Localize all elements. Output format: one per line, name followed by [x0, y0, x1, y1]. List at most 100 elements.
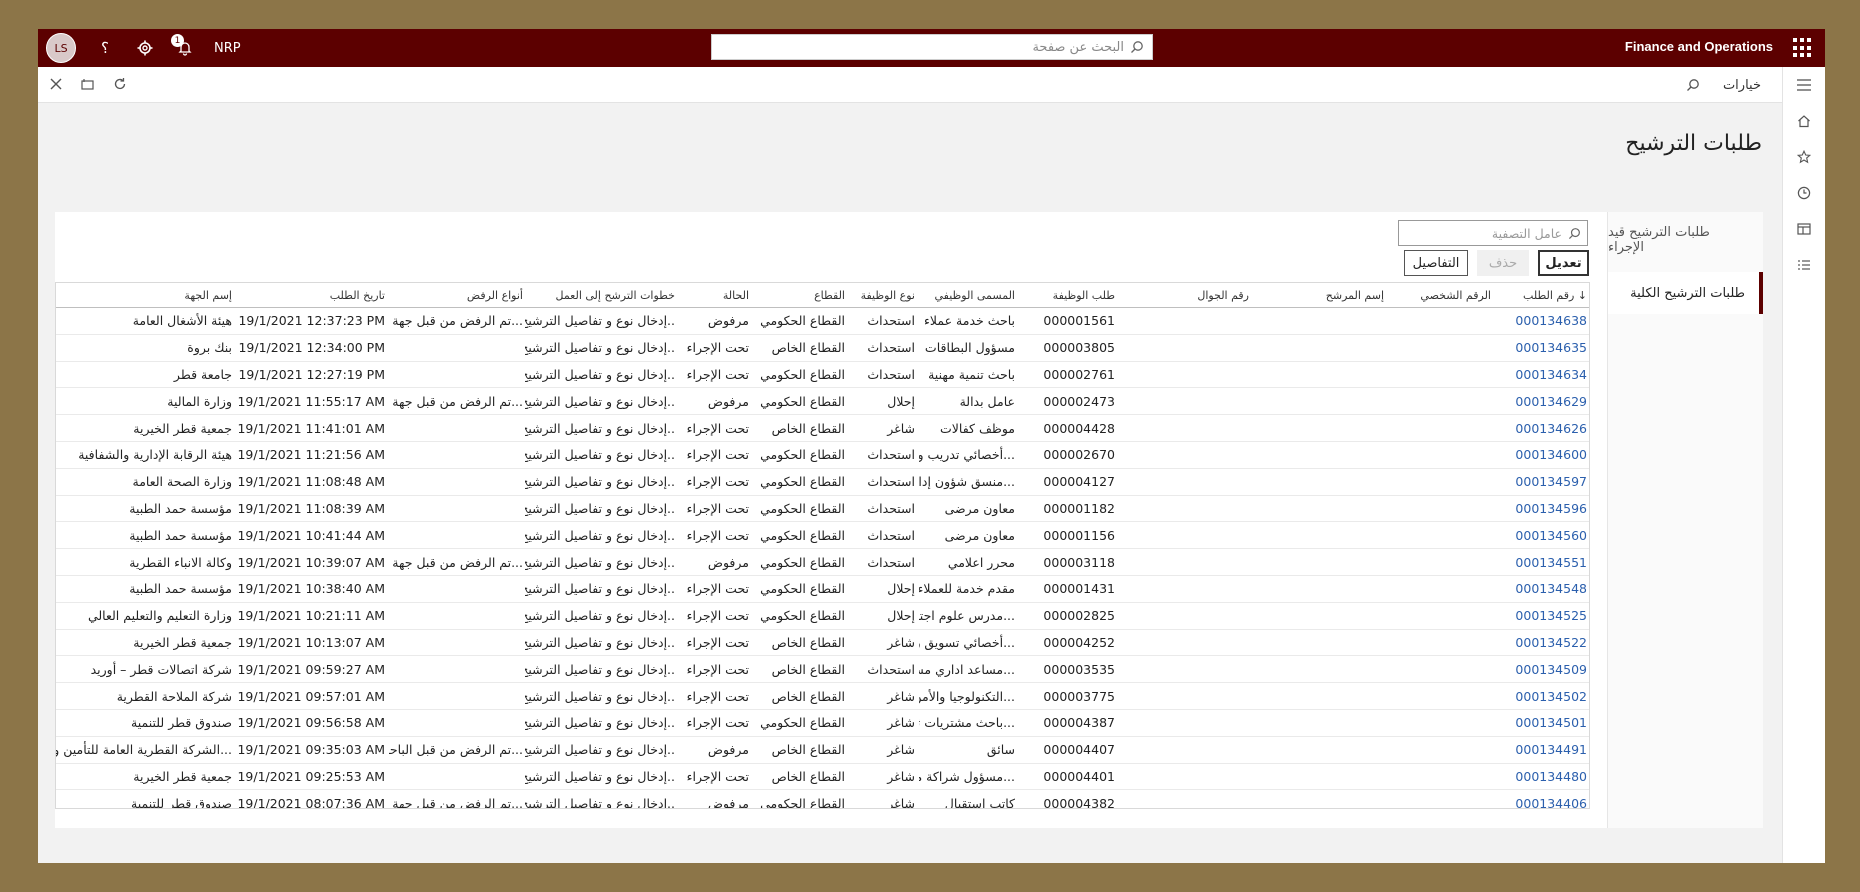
recent-clock-icon[interactable]: [1794, 183, 1814, 203]
column-header-job-type[interactable]: نوع الوظيفة: [847, 283, 915, 307]
cell-sector: القطاع الحكومي: [760, 527, 845, 543]
table-row[interactable]: 000134597 000004127 منسق شؤون إدار... استحد…: [56, 469, 1589, 496]
refresh-icon[interactable]: [110, 74, 130, 94]
user-avatar[interactable]: LS: [46, 33, 76, 63]
app-launcher-icon[interactable]: [1793, 38, 1813, 58]
workspaces-icon[interactable]: [1794, 219, 1814, 239]
table-row[interactable]: 000134509 000003535 مساعد اداري مسؤ...استح…: [56, 656, 1589, 684]
column-header-mobile-number[interactable]: رقم الجوال: [1139, 283, 1249, 307]
cell-job-type: إحلال: [887, 608, 915, 624]
cell-rejection-types: [389, 683, 523, 709]
help-icon[interactable]: ؟: [94, 37, 116, 59]
cell-job-title: سائق: [986, 742, 1015, 758]
cell-request-number[interactable]: 000134635: [1497, 335, 1587, 361]
gear-icon[interactable]: [134, 37, 156, 59]
table-row[interactable]: 000134600 000002670 أخصائي تدريب وت...استح…: [56, 442, 1589, 469]
table-row[interactable]: 000134629 000002473 عامل بدالة إحلال القطاع …: [56, 388, 1589, 416]
company-selector[interactable]: NRP: [214, 41, 241, 56]
cell-candidate-name: [1254, 790, 1384, 808]
column-header-job-title[interactable]: المسمى الوظيفي: [919, 283, 1015, 307]
table-row[interactable]: 000134502 000003775 التكنولوجيا والأمن... ش…: [56, 683, 1589, 710]
cell-request-number[interactable]: 000134509: [1497, 656, 1587, 682]
table-row[interactable]: 000134548 000001431 مقدم خدمة للعملاء إحلال…: [56, 576, 1589, 603]
cell-request-number[interactable]: 000134600: [1497, 442, 1587, 468]
open-in-new-window-icon[interactable]: [78, 74, 98, 94]
table-row[interactable]: 000134638 000001561 باحث خدمة عملاء استحداث…: [56, 308, 1589, 335]
table-row[interactable]: 000134634 000002761 باحث تنمية مهنية استحدا…: [56, 362, 1589, 389]
cell-sector: القطاع الحكومي: [760, 795, 845, 809]
cell-request-number[interactable]: 000134638: [1497, 308, 1587, 334]
table-row[interactable]: 000134596 000001182 معاون مرضى استحداث القطا…: [56, 496, 1589, 523]
bell-icon[interactable]: 1: [171, 34, 196, 59]
cell-request-number[interactable]: 000134597: [1497, 469, 1587, 495]
modules-list-icon[interactable]: [1794, 255, 1814, 275]
cell-mobile-number: [1139, 683, 1249, 709]
cell-job-type: شاغر: [887, 420, 915, 436]
column-header-request-number[interactable]: رقم الطلب ↓: [1497, 283, 1587, 307]
cell-job-title: مقدم خدمة للعملاء: [919, 581, 1015, 597]
cell-entity-name: جمعية قطر الخيرية: [133, 768, 232, 784]
cell-request-number[interactable]: 000134596: [1497, 496, 1587, 522]
table-row[interactable]: 000134635 000003805 مسؤول البطاقات استحداث ا…: [56, 335, 1589, 362]
favorites-star-icon[interactable]: [1794, 147, 1814, 167]
column-header-candidate-name[interactable]: إسم المرشح: [1254, 283, 1384, 307]
cell-status: مرفوض: [707, 554, 749, 570]
cell-request-number[interactable]: 000134629: [1497, 388, 1587, 414]
cell-job-type: استحداث: [867, 447, 915, 463]
cell-request-number[interactable]: 000134502: [1497, 683, 1587, 709]
cell-request-number[interactable]: 000134560: [1497, 522, 1587, 548]
cell-request-number[interactable]: 000134480: [1497, 764, 1587, 790]
cell-request-date: 19/1/2021 09:59:27 AM: [237, 661, 385, 677]
table-row[interactable]: 000134525 000002825 مدرس علوم اجتما...إحلا…: [56, 603, 1589, 630]
cell-request-number[interactable]: 000134626: [1497, 415, 1587, 441]
cell-status: مرفوض: [707, 393, 749, 409]
cell-request-number[interactable]: 000134634: [1497, 362, 1587, 388]
cell-request-number[interactable]: 000134525: [1497, 603, 1587, 629]
table-row[interactable]: 000134626 000004428 موظف كفالات شاغر القطاع …: [56, 415, 1589, 442]
filter-input[interactable]: عامل التصفية: [1398, 220, 1588, 246]
table-row[interactable]: 000134480 000004401 مسؤول شراكة مج...شاغر ا…: [56, 764, 1589, 791]
search-icon: [1568, 227, 1580, 239]
cell-request-number[interactable]: 000134406: [1497, 790, 1587, 808]
table-row[interactable]: 000134551 000003118 محرر اعلامي استحداث القط…: [56, 549, 1589, 576]
cell-job-type: استحداث: [867, 554, 915, 570]
options-menu[interactable]: خيارات: [1723, 78, 1761, 93]
cell-nomination-steps: إدخال نوع و تفاصيل الترشيح..: [525, 768, 675, 784]
details-button[interactable]: التفاصيل: [1404, 250, 1468, 276]
cell-mobile-number: [1139, 603, 1249, 629]
tab-pending-requests[interactable]: طلبات الترشيح قيد الإجراء: [1608, 219, 1763, 261]
column-header-sector[interactable]: القطاع: [753, 283, 845, 307]
column-header-job-request[interactable]: طلب الوظيفة: [1020, 283, 1115, 307]
cell-request-number[interactable]: 000134551: [1497, 549, 1587, 575]
table-row[interactable]: 000134560 000001156 معاون مرضى استحداث القطا…: [56, 522, 1589, 550]
cell-request-number[interactable]: 000134522: [1497, 630, 1587, 656]
column-header-personal-number[interactable]: الرقم الشخصي: [1391, 283, 1491, 307]
column-header-entity-name[interactable]: إسم الجهة: [56, 283, 232, 307]
cell-request-number[interactable]: 000134501: [1497, 710, 1587, 736]
cell-job-request: 000004127: [1043, 474, 1115, 490]
cell-sector: القطاع الحكومي: [760, 581, 845, 597]
cell-request-number[interactable]: 000134548: [1497, 576, 1587, 602]
cell-rejection-types: [389, 603, 523, 629]
table-row[interactable]: 000134522 000004252 أخصائي تسويق ر... شاغر ا…: [56, 630, 1589, 657]
cell-job-request: 000004428: [1043, 420, 1115, 436]
cell-personal-number: [1391, 442, 1491, 468]
cell-nomination-steps: إدخال نوع و تفاصيل الترشيح..: [525, 688, 675, 704]
delete-button[interactable]: حذف: [1477, 250, 1529, 276]
column-header-nomination-steps[interactable]: خطوات الترشح إلى العمل: [525, 283, 675, 307]
table-row[interactable]: 000134406 000004382 كاتب استقبال شاغر القطاع…: [56, 790, 1589, 809]
column-header-request-date[interactable]: تاريخ الطلب: [237, 283, 385, 307]
home-icon[interactable]: [1794, 111, 1814, 131]
cell-entity-name: شركة اتصالات قطر – أوريد: [90, 661, 232, 677]
tab-all-requests[interactable]: طلبات الترشيح الكلية: [1608, 272, 1763, 314]
table-row[interactable]: 000134491 000004407 سائق شاغر القطاع الخاص مر…: [56, 737, 1589, 764]
page-search-box[interactable]: البحث عن صفحة: [711, 34, 1153, 60]
column-header-status[interactable]: الحالة: [679, 283, 749, 307]
column-header-rejection-types[interactable]: أنواع الرفض: [389, 283, 523, 307]
close-icon[interactable]: [46, 74, 66, 94]
edit-button[interactable]: تعديل: [1538, 250, 1589, 276]
search-icon[interactable]: [1683, 75, 1703, 95]
cell-request-number[interactable]: 000134491: [1497, 737, 1587, 763]
hamburger-menu-icon[interactable]: [1794, 75, 1814, 95]
table-row[interactable]: 000134501 000004387 باحث مشتريات ثان...شاغ…: [56, 710, 1589, 737]
